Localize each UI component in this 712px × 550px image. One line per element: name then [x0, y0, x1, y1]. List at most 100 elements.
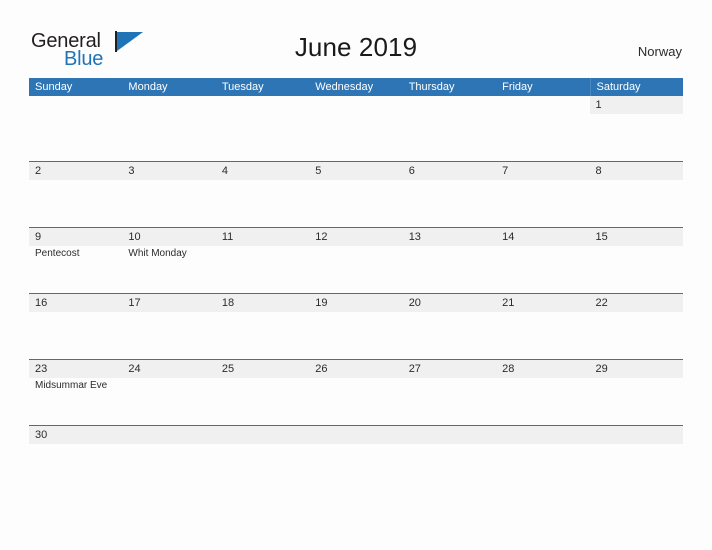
day-cell[interactable] — [496, 246, 589, 293]
day-cell[interactable] — [29, 444, 122, 458]
day-cell[interactable] — [590, 246, 683, 293]
date-number[interactable]: 25 — [216, 360, 309, 378]
date-number[interactable] — [29, 96, 123, 114]
date-number[interactable]: 19 — [309, 294, 402, 312]
date-number[interactable]: 3 — [122, 162, 215, 180]
date-number[interactable]: 12 — [309, 228, 402, 246]
date-number[interactable] — [496, 96, 590, 114]
date-number[interactable] — [590, 426, 683, 444]
day-cell[interactable]: Midsummar Eve — [29, 378, 122, 425]
date-number[interactable]: 16 — [29, 294, 122, 312]
day-cell[interactable] — [590, 114, 683, 161]
date-number[interactable]: 8 — [590, 162, 683, 180]
day-cell[interactable] — [590, 312, 683, 359]
day-cell[interactable] — [403, 246, 496, 293]
date-number[interactable] — [216, 426, 309, 444]
date-number[interactable] — [496, 426, 589, 444]
day-cell[interactable] — [309, 246, 402, 293]
day-cell[interactable] — [309, 114, 402, 161]
date-number[interactable]: 20 — [403, 294, 496, 312]
date-number[interactable] — [309, 96, 403, 114]
day-cell[interactable] — [590, 180, 683, 227]
day-cell[interactable] — [122, 114, 215, 161]
date-number[interactable]: 26 — [309, 360, 402, 378]
date-number[interactable] — [309, 426, 402, 444]
day-cell[interactable] — [29, 312, 122, 359]
week-event-band — [29, 444, 683, 458]
weekday-header-wednesday: Wednesday — [315, 81, 374, 93]
date-number[interactable] — [215, 96, 310, 114]
day-cell[interactable] — [403, 312, 496, 359]
date-number[interactable]: 14 — [496, 228, 589, 246]
day-cell[interactable] — [216, 312, 309, 359]
day-cell[interactable] — [496, 180, 589, 227]
date-number[interactable]: 18 — [216, 294, 309, 312]
date-number[interactable]: 15 — [590, 228, 683, 246]
week-event-band: Midsummar Eve — [29, 378, 683, 425]
date-number[interactable]: 7 — [496, 162, 589, 180]
date-number[interactable]: 1 — [590, 96, 683, 114]
day-cell[interactable] — [403, 444, 496, 458]
date-number[interactable]: 17 — [122, 294, 215, 312]
day-cell[interactable] — [496, 444, 589, 458]
date-number[interactable]: 30 — [29, 426, 122, 444]
day-cell[interactable] — [216, 378, 309, 425]
day-cell[interactable] — [496, 114, 589, 161]
day-cell[interactable] — [216, 180, 309, 227]
date-number[interactable]: 11 — [216, 228, 309, 246]
day-cell[interactable] — [216, 246, 309, 293]
event-label: Pentecost — [35, 248, 80, 259]
week-event-band — [29, 312, 683, 359]
week-event-band: Pentecost Whit Monday — [29, 246, 683, 293]
week-row: 16 17 18 19 20 21 22 — [29, 293, 683, 359]
day-cell[interactable]: Whit Monday — [122, 246, 215, 293]
day-cell[interactable] — [309, 312, 402, 359]
day-cell[interactable] — [403, 378, 496, 425]
date-number[interactable]: 10 — [122, 228, 215, 246]
day-cell[interactable] — [590, 444, 683, 458]
date-number[interactable]: 6 — [403, 162, 496, 180]
date-number[interactable]: 24 — [122, 360, 215, 378]
day-cell[interactable] — [403, 180, 496, 227]
weekday-header-friday: Friday — [502, 81, 533, 93]
date-number[interactable]: 28 — [496, 360, 589, 378]
day-cell[interactable] — [122, 312, 215, 359]
day-cell[interactable] — [496, 378, 589, 425]
day-cell[interactable]: Pentecost — [29, 246, 122, 293]
date-number[interactable]: 29 — [590, 360, 683, 378]
day-cell[interactable] — [590, 378, 683, 425]
date-number[interactable]: 5 — [309, 162, 402, 180]
day-cell[interactable] — [122, 378, 215, 425]
date-number[interactable] — [403, 426, 496, 444]
week-row: 23 24 25 26 27 28 29 Midsummar Eve — [29, 359, 683, 425]
date-number[interactable]: 21 — [496, 294, 589, 312]
day-cell[interactable] — [309, 444, 402, 458]
day-cell[interactable] — [309, 180, 402, 227]
day-cell[interactable] — [122, 180, 215, 227]
date-number[interactable]: 2 — [29, 162, 122, 180]
day-cell[interactable] — [122, 444, 215, 458]
day-cell[interactable] — [216, 444, 309, 458]
date-number[interactable] — [402, 96, 497, 114]
date-number[interactable]: 13 — [403, 228, 496, 246]
date-number[interactable]: 9 — [29, 228, 122, 246]
country-label: Norway — [637, 44, 682, 59]
week-date-band: 2 3 4 5 6 7 8 — [29, 162, 683, 180]
day-cell[interactable] — [403, 114, 496, 161]
day-cell[interactable] — [309, 378, 402, 425]
date-number[interactable]: 23 — [29, 360, 122, 378]
date-number[interactable]: 4 — [216, 162, 309, 180]
week-row: 30 — [29, 425, 683, 458]
calendar-table: Sunday Monday Tuesday Wednesday Thursday… — [29, 78, 683, 458]
week-row: 1 — [29, 96, 683, 161]
day-cell[interactable] — [29, 180, 122, 227]
weekday-header-sunday: Sunday — [35, 81, 73, 93]
date-number[interactable]: 27 — [403, 360, 496, 378]
date-number[interactable] — [122, 426, 215, 444]
day-cell[interactable] — [496, 312, 589, 359]
day-cell[interactable] — [216, 114, 309, 161]
day-cell[interactable] — [29, 114, 122, 161]
date-number[interactable]: 22 — [590, 294, 683, 312]
date-number[interactable] — [122, 96, 216, 114]
week-row: 9 10 11 12 13 14 15 Pentecost Whit Monda… — [29, 227, 683, 293]
